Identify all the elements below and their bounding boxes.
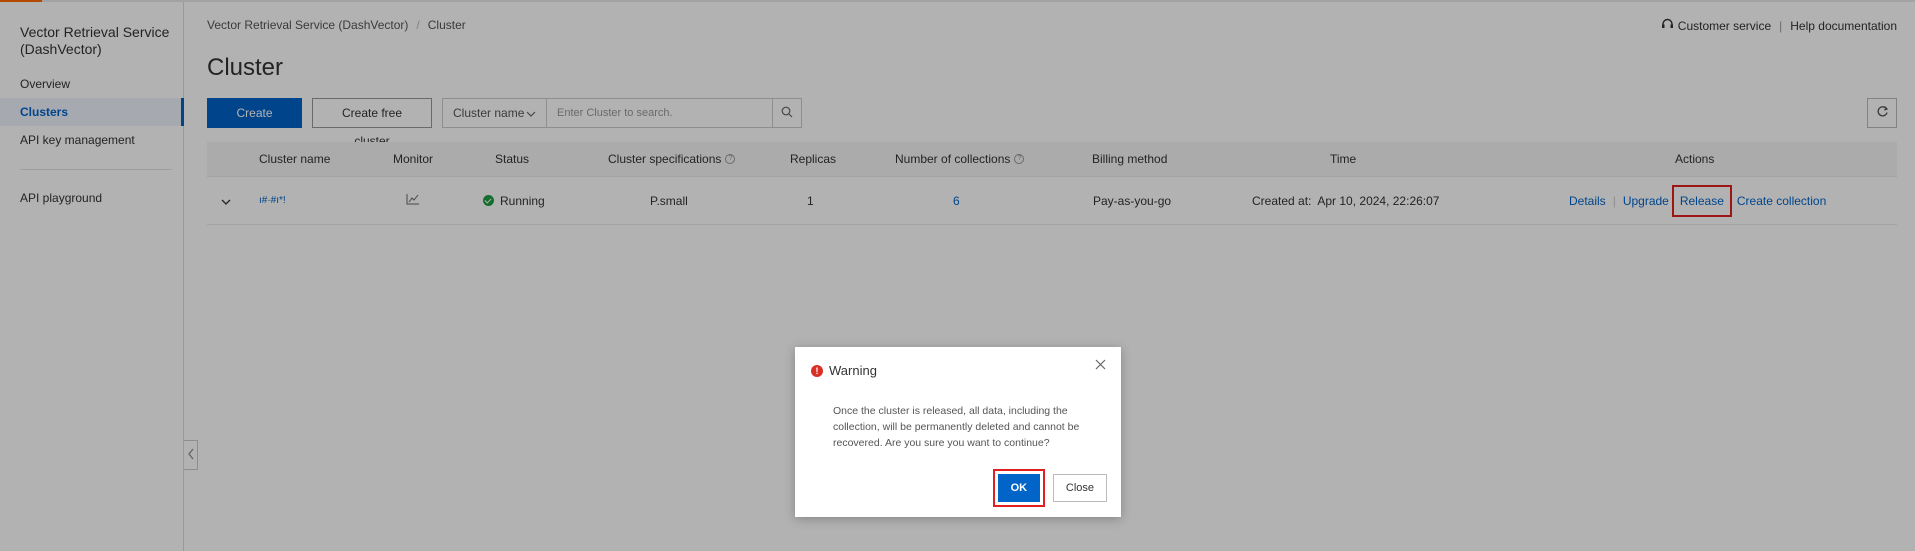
- dialog-footer: OK Close: [992, 469, 1107, 507]
- close-icon[interactable]: [1093, 359, 1107, 373]
- warning-dialog: ! Warning Once the cluster is released, …: [795, 347, 1121, 517]
- close-button[interactable]: Close: [1052, 474, 1107, 502]
- ok-highlight: OK: [992, 469, 1045, 507]
- warning-icon: !: [811, 364, 823, 377]
- dialog-header: ! Warning: [811, 363, 877, 378]
- dialog-message: Once the cluster is released, all data, …: [833, 405, 1080, 449]
- dialog-title: Warning: [829, 363, 877, 378]
- ok-button[interactable]: OK: [997, 474, 1040, 502]
